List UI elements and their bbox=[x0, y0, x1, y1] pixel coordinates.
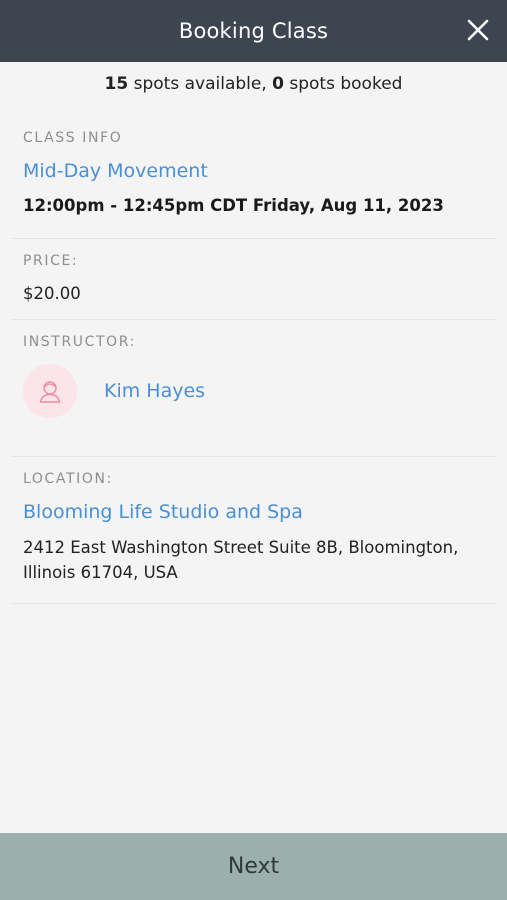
price-value: $20.00 bbox=[23, 284, 81, 303]
booking-details: CLASS INFO Mid-Day Movement 12:00pm - 12… bbox=[12, 118, 496, 604]
location-name-link[interactable]: Blooming Life Studio and Spa bbox=[23, 501, 485, 523]
location-section: LOCATION: Blooming Life Studio and Spa 2… bbox=[12, 457, 496, 604]
class-name-link[interactable]: Mid-Day Movement bbox=[23, 160, 485, 182]
location-label: LOCATION: bbox=[23, 471, 113, 487]
person-icon bbox=[39, 381, 61, 403]
instructor-name-link[interactable]: Kim Hayes bbox=[104, 380, 205, 402]
price-section: PRICE: $20.00 bbox=[12, 239, 496, 320]
header-bar: Booking Class bbox=[0, 0, 507, 62]
next-button[interactable]: Next bbox=[0, 833, 507, 900]
avatar[interactable] bbox=[23, 364, 77, 418]
address-line-1: 2412 East Washington Street Suite 8B, Bl… bbox=[23, 538, 459, 557]
instructor-section: INSTRUCTOR: Kim Hayes bbox=[12, 320, 496, 457]
spots-available-count: 15 bbox=[104, 74, 129, 94]
spots-available-text: spots available, bbox=[128, 74, 273, 94]
close-button[interactable] bbox=[465, 17, 491, 43]
page-title: Booking Class bbox=[178, 19, 329, 43]
class-info-label: CLASS INFO bbox=[23, 130, 123, 146]
spots-booked-text: spots booked bbox=[283, 74, 403, 94]
instructor-label: INSTRUCTOR: bbox=[23, 334, 136, 350]
instructor-row[interactable]: Kim Hayes bbox=[23, 364, 485, 418]
price-label: PRICE: bbox=[23, 253, 79, 269]
spots-booked-count: 0 bbox=[272, 74, 284, 94]
address-line-2: Illinois 61704, USA bbox=[23, 563, 178, 582]
class-info-section: CLASS INFO Mid-Day Movement 12:00pm - 12… bbox=[12, 118, 496, 239]
spots-summary: 15 spots available, 0 spots booked bbox=[0, 74, 507, 94]
location-address: 2412 East Washington Street Suite 8B, Bl… bbox=[23, 535, 485, 585]
close-icon[interactable] bbox=[465, 17, 491, 43]
class-time: 12:00pm - 12:45pm CDT Friday, Aug 11, 20… bbox=[23, 196, 444, 215]
next-button-label: Next bbox=[227, 854, 280, 879]
